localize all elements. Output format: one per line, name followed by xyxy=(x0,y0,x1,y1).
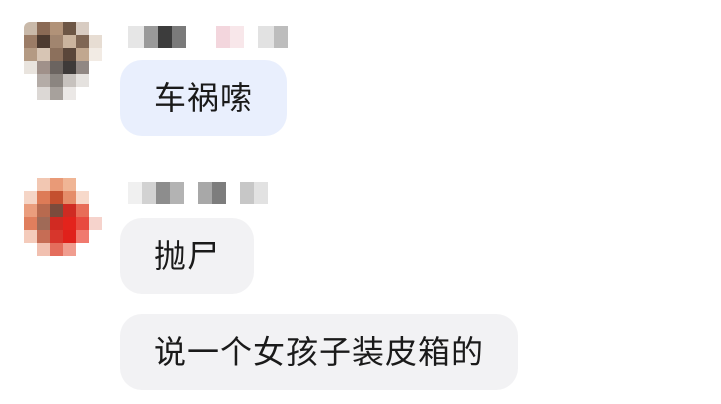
sender-name-redacted-1 xyxy=(128,26,288,48)
sender-name-redacted-2 xyxy=(128,182,268,204)
message-bubble[interactable]: 车祸嗦 xyxy=(120,60,288,136)
message-bubble[interactable]: 说一个女孩子装皮箱的 xyxy=(120,314,519,390)
message-bubble[interactable]: 抛尸 xyxy=(120,218,255,294)
avatar-2[interactable] xyxy=(24,178,102,256)
avatar-1[interactable] xyxy=(24,22,102,100)
